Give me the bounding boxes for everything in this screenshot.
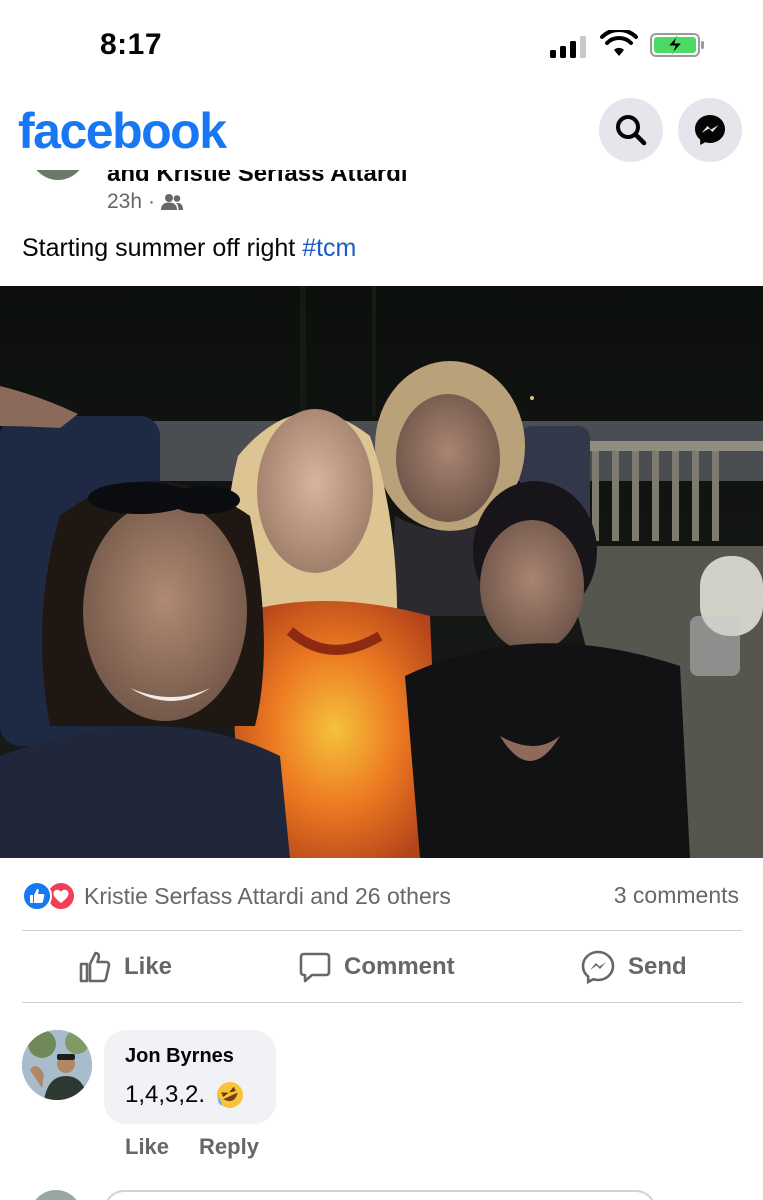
- group-selfie-photo: [0, 286, 763, 858]
- post-photo[interactable]: [0, 286, 763, 858]
- app-header: facebook: [0, 90, 763, 170]
- post-actions: Like Comment Send: [0, 932, 763, 1002]
- comment-like-link[interactable]: Like: [125, 1134, 169, 1160]
- comment-body: 1,4,3,2.: [125, 1081, 206, 1108]
- like-label: Like: [124, 953, 173, 980]
- status-time: 8:17: [100, 28, 163, 61]
- comment-bubble[interactable]: Jon Byrnes 1,4,3,2.: [104, 1030, 276, 1124]
- messenger-send-icon: [581, 950, 615, 985]
- post-meta: 23h ·: [107, 190, 184, 214]
- post-text: Starting summer off right #tcm: [22, 234, 356, 263]
- post-time[interactable]: 23h: [107, 190, 142, 214]
- comment-text: 1,4,3,2.: [125, 1080, 245, 1110]
- messenger-icon: [695, 115, 725, 145]
- rolling-laughing-emoji-icon: [217, 1082, 244, 1108]
- search-icon: [616, 115, 647, 146]
- thumbs-up-icon: [79, 951, 111, 983]
- like-reaction-icon: [22, 881, 52, 911]
- comment-icon: [299, 952, 331, 983]
- next-comment-bubble[interactable]: [104, 1190, 656, 1200]
- messenger-button[interactable]: [678, 98, 742, 162]
- hashtag-link[interactable]: #tcm: [302, 234, 356, 262]
- comments-count[interactable]: 3 comments: [614, 882, 739, 909]
- meta-separator: ·: [148, 190, 156, 213]
- comment-author[interactable]: Jon Byrnes: [125, 1045, 234, 1068]
- status-bar: 8:17: [0, 0, 763, 90]
- post-text-body: Starting summer off right: [22, 234, 303, 262]
- send-label: Send: [628, 953, 687, 980]
- facebook-logo[interactable]: facebook: [18, 102, 227, 160]
- next-comment-avatar[interactable]: [30, 1190, 82, 1200]
- friends-icon: [161, 194, 184, 210]
- comment-button[interactable]: Comment: [298, 932, 455, 1002]
- comment-actions: Like Reply: [125, 1134, 259, 1160]
- screen: 8:17 facebook and Kristie Serfass Attard…: [0, 0, 763, 1200]
- like-button[interactable]: Like: [78, 932, 172, 1002]
- search-button[interactable]: [599, 98, 663, 162]
- comment-reply-link[interactable]: Reply: [199, 1134, 259, 1160]
- comment-label: Comment: [344, 953, 455, 980]
- commenter-photo: [22, 1030, 92, 1100]
- cellular-signal-icon: [550, 34, 590, 58]
- battery-charging-icon: [650, 33, 704, 57]
- send-button[interactable]: Send: [580, 932, 687, 1002]
- reactions-summary[interactable]: Kristie Serfass Attardi and 26 others: [22, 878, 451, 914]
- divider-top: [22, 930, 742, 931]
- wifi-icon: [600, 30, 638, 56]
- commenter-avatar[interactable]: [22, 1030, 92, 1100]
- reactions-text: Kristie Serfass Attardi and 26 others: [84, 882, 451, 909]
- divider-bottom: [22, 1002, 742, 1003]
